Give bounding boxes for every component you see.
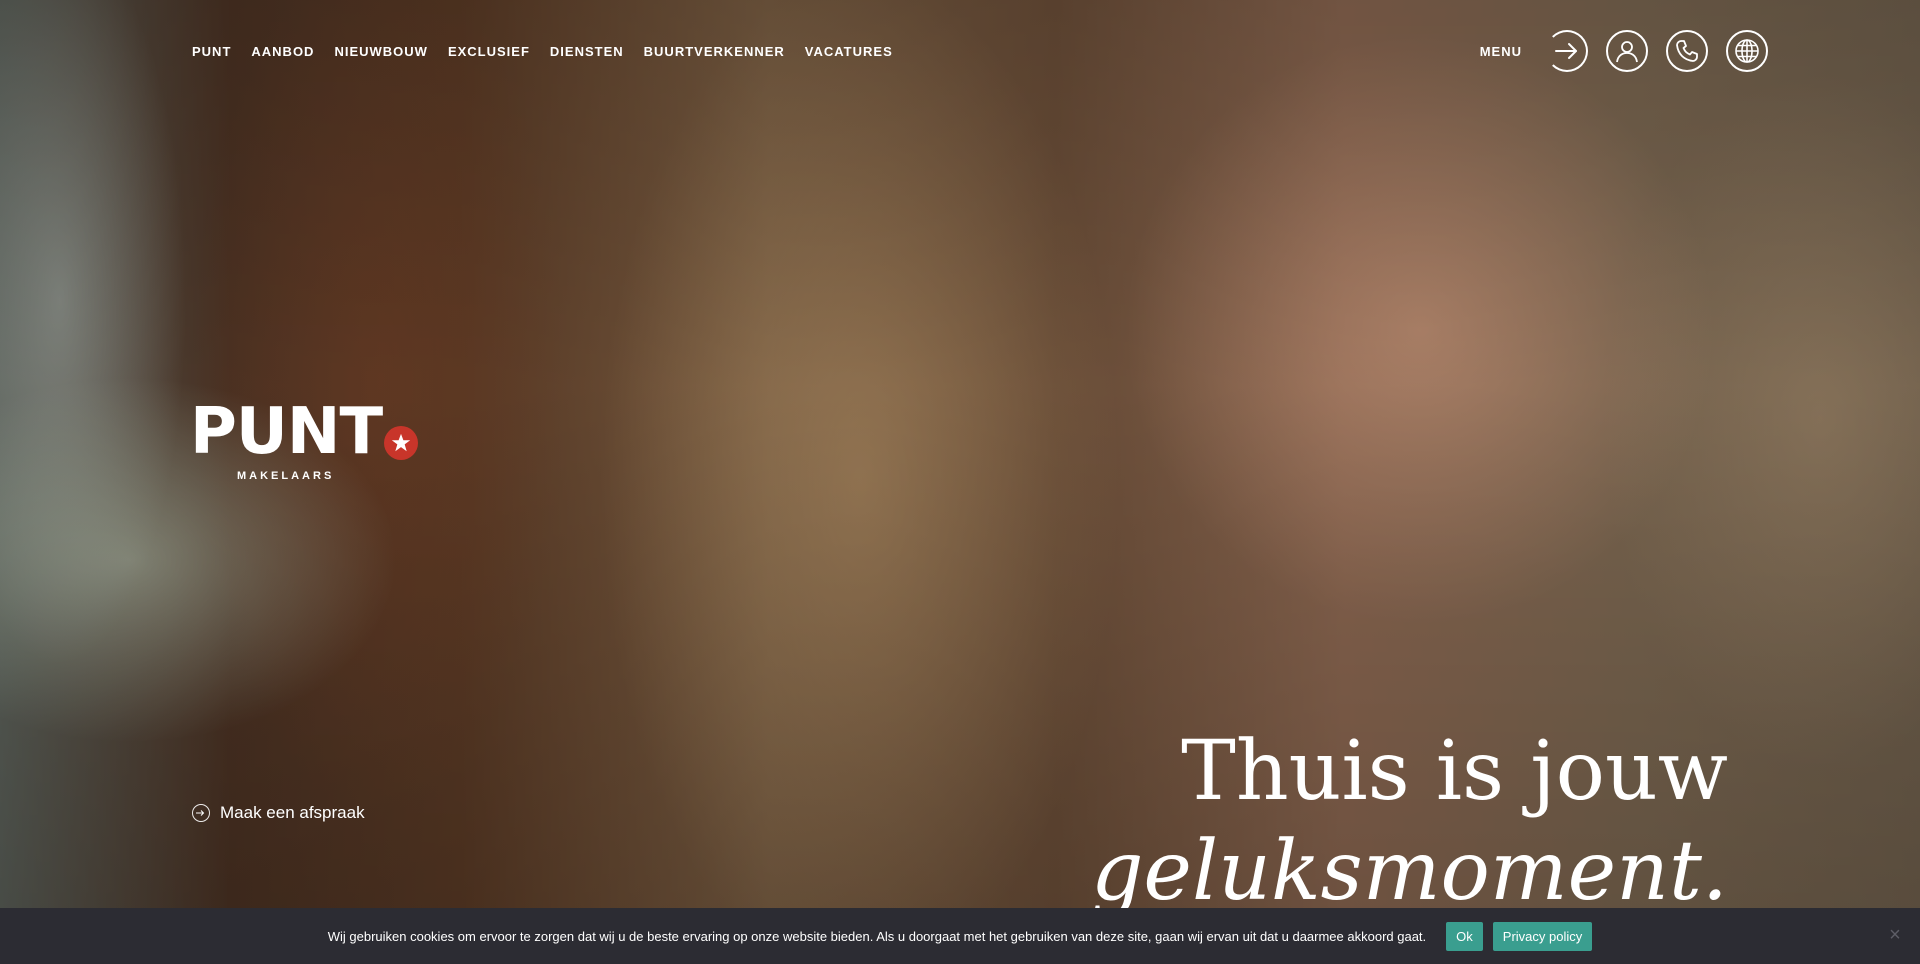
arrow-in-circle-icon: [192, 804, 210, 822]
close-icon[interactable]: ×: [1886, 925, 1904, 945]
nav-item-exclusief[interactable]: EXCLUSIEF: [448, 44, 530, 59]
globe-icon[interactable]: [1726, 30, 1768, 72]
nav-item-vacatures[interactable]: VACATURES: [805, 44, 893, 59]
nav-item-aanbod[interactable]: AANBOD: [251, 44, 314, 59]
star-icon: [384, 426, 419, 460]
punt-makelaars-logo[interactable]: PUNT MAKELAARS: [190, 395, 419, 482]
appointment-label: Maak een afspraak: [220, 803, 365, 822]
logo-subtitle: MAKELAARS: [237, 470, 335, 482]
cookie-message: Wij gebruiken cookies om ervoor te zorge…: [327, 928, 1427, 944]
header-actions: MENU: [1480, 30, 1768, 72]
user-icon[interactable]: [1606, 30, 1648, 72]
nav-item-nieuwbouw[interactable]: NIEUWBOUW: [334, 44, 428, 59]
cookie-ok-button[interactable]: Ok: [1446, 921, 1483, 951]
menu-button[interactable]: MENU: [1480, 44, 1522, 59]
cookie-banner: Wij gebruiken cookies om ervoor te zorge…: [0, 908, 1920, 964]
main-navigation: PUNT AANBOD NIEUWBOUW EXCLUSIEF DIENSTEN…: [192, 44, 893, 59]
logo-wordmark: PUNT: [190, 395, 383, 469]
nav-item-diensten[interactable]: DIENSTEN: [550, 44, 624, 59]
hero-headline: Thuis is jouw geluksmoment.: [1091, 722, 1728, 922]
appointment-link[interactable]: Maak een afspraak: [192, 803, 365, 823]
privacy-policy-button[interactable]: Privacy policy: [1492, 921, 1593, 951]
arrow-right-icon[interactable]: [1546, 30, 1588, 72]
phone-icon[interactable]: [1666, 30, 1708, 72]
nav-item-buurtverkenner[interactable]: BUURTVERKENNER: [644, 44, 785, 59]
headline-line-1: Thuis is jouw: [1181, 724, 1728, 819]
nav-item-punt[interactable]: PUNT: [192, 44, 231, 59]
headline-line-2: geluksmoment.: [1090, 824, 1728, 919]
